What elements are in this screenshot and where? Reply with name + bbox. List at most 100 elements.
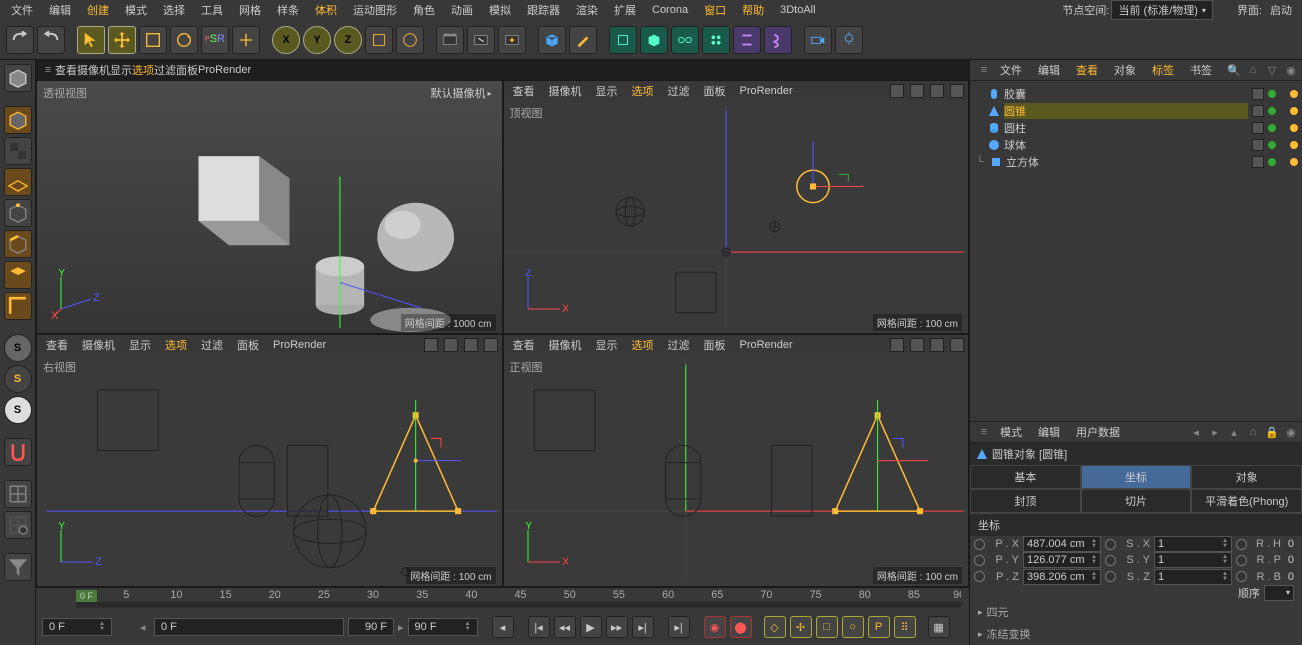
anim-rh[interactable] (1236, 539, 1247, 550)
menu-3dtoall[interactable]: 3DtoAll (773, 2, 822, 18)
render-region[interactable] (467, 26, 495, 54)
tab-cap[interactable]: 封顶 (970, 489, 1081, 513)
viewport-hamburger-icon[interactable]: ≡ (41, 63, 55, 77)
om-view[interactable]: 查看 (1069, 60, 1105, 80)
goto-first-key[interactable]: |◂ (528, 616, 550, 638)
attr-fwd-icon[interactable]: ▸ (1208, 425, 1222, 439)
render-view[interactable] (436, 26, 464, 54)
vp3-filter[interactable]: 过滤 (196, 336, 228, 354)
obj-cube[interactable]: └立方体 (974, 153, 1298, 170)
tab-phong[interactable]: 平滑着色(Phong) (1191, 489, 1302, 513)
menu-volume[interactable]: 体积 (308, 0, 344, 20)
vp2-i1[interactable] (890, 84, 904, 98)
menu-file[interactable]: 文件 (4, 0, 40, 20)
psr-tool[interactable]: PSR (201, 26, 229, 54)
vp2-panel[interactable]: 面板 (699, 82, 731, 100)
vp-menu-view[interactable]: 查看 (55, 62, 77, 78)
enable-dot[interactable] (1268, 107, 1276, 115)
anim-px[interactable] (974, 539, 985, 550)
camera-tool[interactable] (804, 26, 832, 54)
vp2-view[interactable]: 查看 (508, 82, 540, 100)
snap-1[interactable]: S (4, 334, 32, 362)
menu-spline[interactable]: 样条 (270, 0, 306, 20)
vp4-pro[interactable]: ProRender (735, 338, 798, 352)
vp2-pro[interactable]: ProRender (735, 84, 798, 98)
generator-3[interactable] (671, 26, 699, 54)
goto-start[interactable]: ◂ (492, 616, 514, 638)
expander-quaternion[interactable]: 四元 (970, 601, 1302, 623)
vis-toggle[interactable] (1252, 139, 1264, 151)
phong-tag[interactable] (1290, 141, 1298, 149)
timeline-marker[interactable]: 0 F (76, 590, 97, 602)
attr-edit[interactable]: 编辑 (1031, 422, 1067, 442)
order-dropdown[interactable]: ▾ (1264, 585, 1294, 601)
field-pz[interactable]: 398.206 cm▲▼ (1023, 569, 1101, 585)
vp3-i3[interactable] (464, 338, 478, 352)
attr-eye-icon[interactable]: ◉ (1284, 425, 1298, 439)
enable-dot[interactable] (1268, 158, 1276, 166)
next-frame[interactable]: ▸▸ (606, 616, 628, 638)
key-param[interactable]: P (868, 616, 890, 638)
vp-menu-display[interactable]: 显示 (110, 62, 132, 78)
timeline-extra[interactable]: ▦ (928, 616, 950, 638)
expander-freeze[interactable]: 冻结变换 (970, 623, 1302, 645)
menu-corona[interactable]: Corona (645, 2, 695, 18)
edge-mode[interactable] (4, 230, 32, 258)
key-rot[interactable]: ○ (842, 616, 864, 638)
goto-end[interactable]: ▸| (668, 616, 690, 638)
menu-create[interactable]: 创建 (80, 0, 116, 20)
scale-tool[interactable] (139, 26, 167, 54)
vp4-i1[interactable] (890, 338, 904, 352)
polygon-mode[interactable] (4, 261, 32, 289)
play-button[interactable]: ▶ (580, 616, 602, 638)
redo-button[interactable] (37, 26, 65, 54)
axis-mode[interactable] (4, 292, 32, 320)
timeline-start[interactable]: 0 F▲▼ (42, 618, 112, 636)
select-tool[interactable] (77, 26, 105, 54)
menu-extensions[interactable]: 扩展 (607, 0, 643, 20)
axis-x-toggle[interactable]: X (272, 26, 300, 54)
om-edit[interactable]: 编辑 (1031, 60, 1067, 80)
key-scale[interactable]: □ (816, 616, 838, 638)
vp-menu-prorender[interactable]: ProRender (198, 64, 251, 76)
move-tool[interactable] (108, 26, 136, 54)
menu-mode[interactable]: 模式 (118, 0, 154, 20)
menu-render[interactable]: 渲染 (569, 0, 605, 20)
vp2-i4[interactable] (950, 84, 964, 98)
attr-back-icon[interactable]: ◂ (1189, 425, 1203, 439)
vp4-i4[interactable] (950, 338, 964, 352)
obj-capsule[interactable]: 胶囊 (974, 85, 1298, 102)
anim-py[interactable] (974, 555, 985, 566)
vp-menu-camera[interactable]: 摄像机 (77, 62, 110, 78)
field-sx[interactable]: 1▲▼ (1154, 536, 1232, 552)
key-pos[interactable]: ✢ (790, 616, 812, 638)
key-pla[interactable]: ⠿ (894, 616, 916, 638)
attr-userdata[interactable]: 用户数据 (1069, 422, 1127, 442)
deformer-1[interactable] (733, 26, 761, 54)
menu-simulate[interactable]: 模拟 (482, 0, 518, 20)
viewport-right[interactable]: 查看摄像机显示选项过滤面板ProRender 右视图 YZ 网格间距 (36, 334, 503, 588)
menu-tools[interactable]: 工具 (194, 0, 230, 20)
vp2-filter[interactable]: 过滤 (663, 82, 695, 100)
viewport-front[interactable]: 查看摄像机显示选项过滤面板ProRender 正视图 YX 网格间距 : 100… (503, 334, 970, 588)
obj-sphere[interactable]: 球体 (974, 136, 1298, 153)
vis-toggle[interactable] (1252, 156, 1264, 168)
phong-tag[interactable] (1290, 90, 1298, 98)
anim-sy[interactable] (1105, 555, 1116, 566)
enable-dot[interactable] (1268, 141, 1276, 149)
field-sy[interactable]: 1▲▼ (1154, 552, 1232, 568)
vp4-panel[interactable]: 面板 (699, 336, 731, 354)
om-tags[interactable]: 标签 (1145, 60, 1181, 80)
vp3-options[interactable]: 选项 (160, 336, 192, 354)
vp4-display[interactable]: 显示 (591, 336, 623, 354)
enable-dot[interactable] (1268, 90, 1276, 98)
anim-rp[interactable] (1236, 555, 1247, 566)
menu-edit[interactable]: 编辑 (42, 0, 78, 20)
vis-toggle[interactable] (1252, 122, 1264, 134)
attr-hamburger-icon[interactable]: ≡ (977, 425, 991, 439)
vp4-i2[interactable] (910, 338, 924, 352)
primitive-cube[interactable] (538, 26, 566, 54)
vp4-filter[interactable]: 过滤 (663, 336, 695, 354)
object-tree[interactable]: 胶囊 圆锥 圆柱 球体 └立方体 (970, 81, 1302, 421)
anim-pz[interactable] (974, 571, 985, 582)
